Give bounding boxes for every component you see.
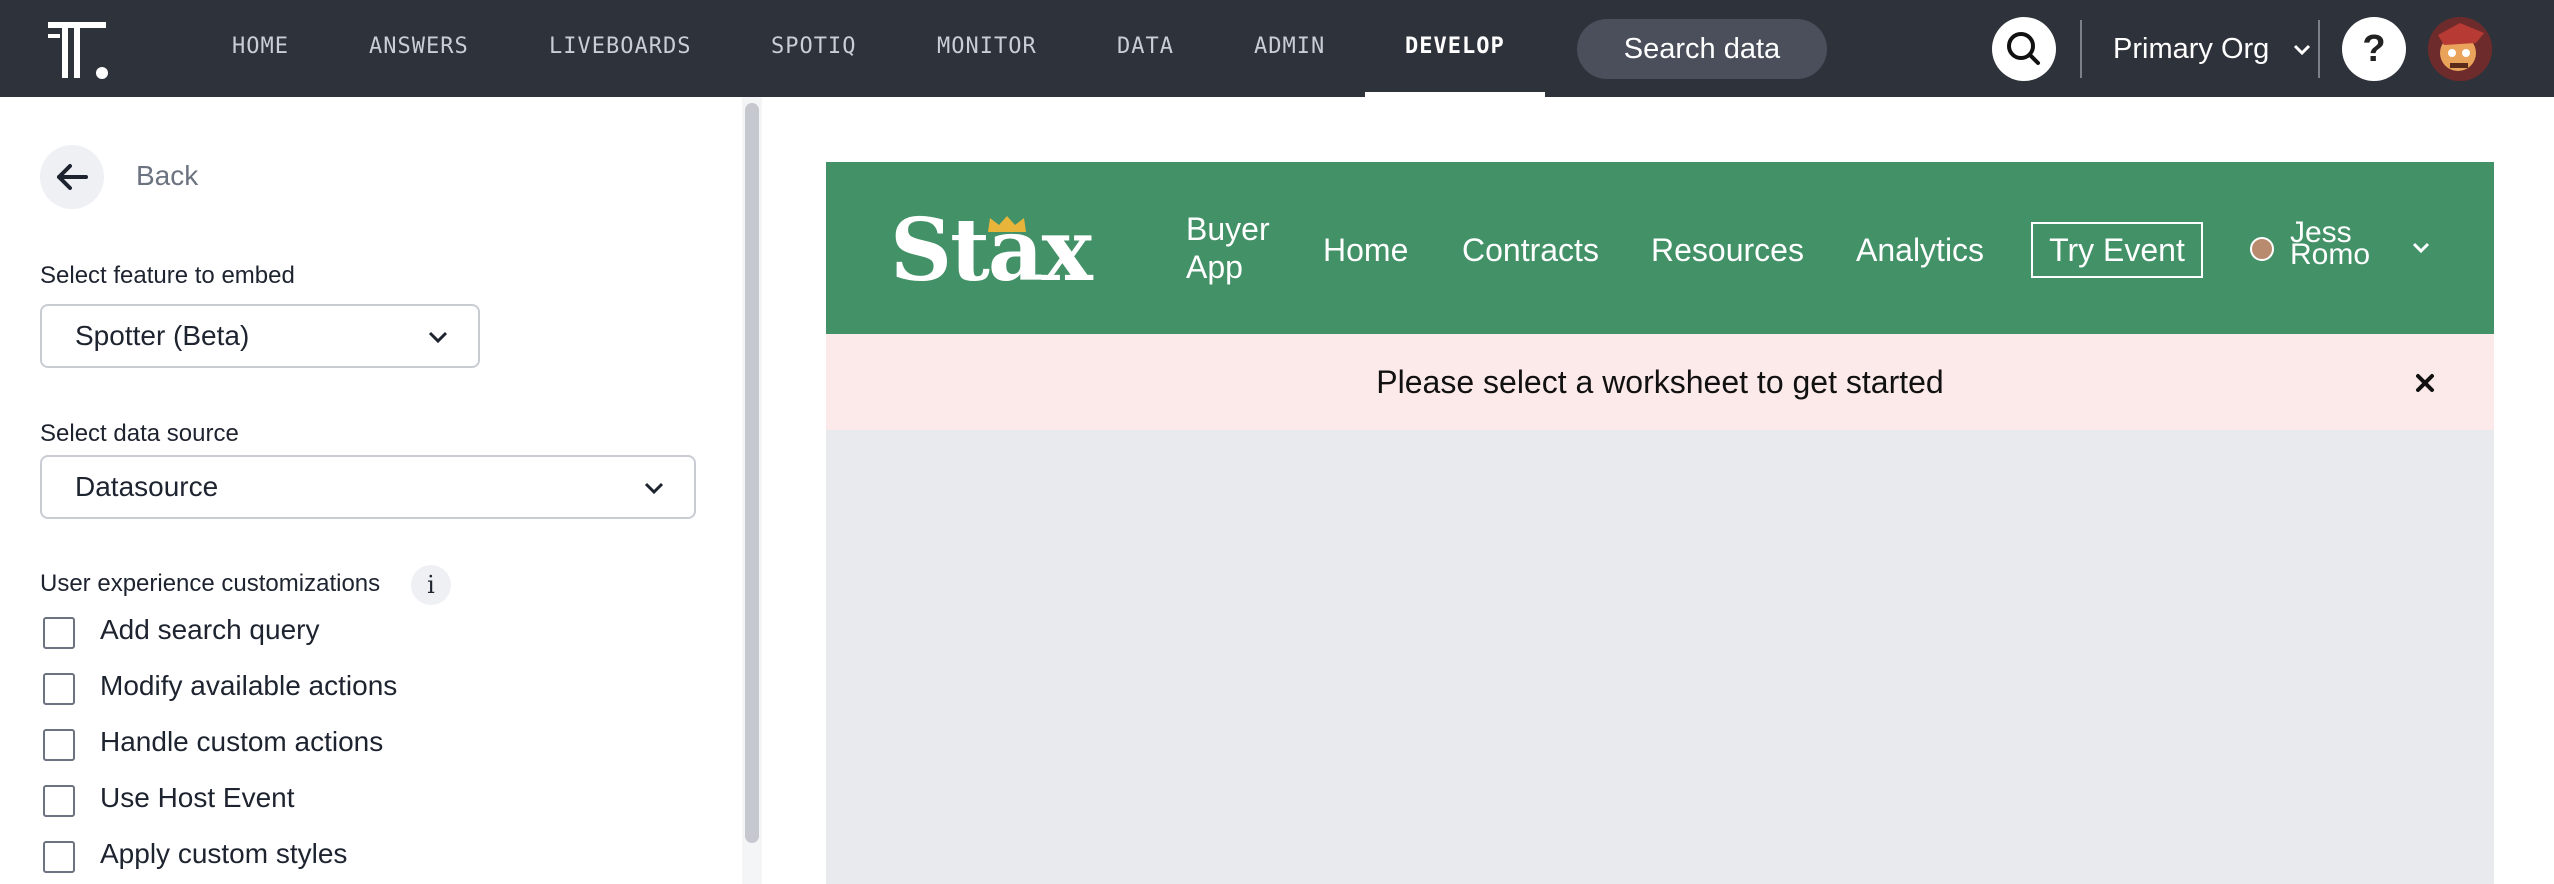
chevron-down-icon [428,331,448,344]
embedded-nav-contracts[interactable]: Contracts [1462,232,1599,269]
chevron-down-icon[interactable] [2410,240,2432,256]
scrollbar-thumb[interactable] [745,103,759,843]
user-avatar[interactable] [2428,17,2492,81]
feature-select[interactable]: Spotter (Beta) [40,304,480,368]
divider [2318,20,2320,78]
nav-answers[interactable]: ANSWERS [369,0,469,97]
top-navigation-bar: HOME ANSWERS LIVEBOARDS SPOTIQ MONITOR D… [0,0,2554,97]
alert-message: Please select a worksheet to get started [1376,364,1944,400]
embedded-user-avatar[interactable] [2250,237,2274,261]
org-switcher[interactable]: Primary Org [2113,20,2313,78]
org-name: Primary Org [2113,33,2270,65]
feature-select-label: Select feature to embed [40,262,295,289]
embedded-nav-analytics[interactable]: Analytics [1856,232,1984,269]
nav-admin[interactable]: ADMIN [1254,0,1325,97]
crown-icon [988,216,1026,232]
global-search-button[interactable] [1992,17,2056,81]
embedded-nav-resources[interactable]: Resources [1651,232,1804,269]
nav-data[interactable]: DATA [1117,0,1174,97]
checkbox-label: Add search query [100,614,320,645]
nav-spotiq[interactable]: SPOTIQ [771,0,856,97]
close-icon[interactable] [2410,368,2440,398]
checkbox[interactable] [43,729,75,761]
info-icon[interactable]: i [411,565,451,605]
checkbox[interactable] [43,617,75,649]
checkbox-label: Handle custom actions [100,726,384,757]
chevron-down-icon [2294,45,2311,56]
nav-develop[interactable]: DEVELOP [1405,0,1505,97]
datasource-select[interactable]: Datasource [40,455,696,519]
chevron-down-icon [644,482,664,495]
checkbox-label: Apply custom styles [100,838,348,869]
try-event-button[interactable]: Try Event [2031,222,2203,278]
back-label[interactable]: Back [136,160,198,192]
datasource-select-label: Select data source [40,420,239,447]
alert-banner: Please select a worksheet to get started [826,334,2494,430]
arrow-left-icon [57,164,88,190]
nav-liveboards[interactable]: LIVEBOARDS [549,0,691,97]
embedded-user-name[interactable]: Jess Romo [2290,218,2380,270]
checkbox[interactable] [43,841,75,873]
thoughtspot-logo-icon[interactable] [48,20,110,80]
checkbox[interactable] [43,785,75,817]
datasource-select-value: Datasource [75,471,219,502]
nav-monitor[interactable]: MONITOR [937,0,1037,97]
checkbox-label: Modify available actions [100,670,398,701]
ux-customizations-label: User experience customizations [40,570,381,597]
embedded-nav-buyer-app[interactable]: Buyer App [1186,210,1286,286]
feature-select-value: Spotter (Beta) [75,320,250,351]
help-button[interactable]: ? [2342,17,2406,81]
avatar-image-icon [2428,17,2492,81]
search-data-button[interactable]: Search data [1577,19,1827,79]
checkbox[interactable] [43,673,75,705]
embedded-nav-home[interactable]: Home [1323,232,1408,269]
nav-home[interactable]: HOME [232,0,289,97]
divider [2080,20,2082,78]
search-icon [2007,32,2040,65]
checkbox-label: Use Host Event [100,782,295,813]
back-button[interactable] [40,145,104,209]
